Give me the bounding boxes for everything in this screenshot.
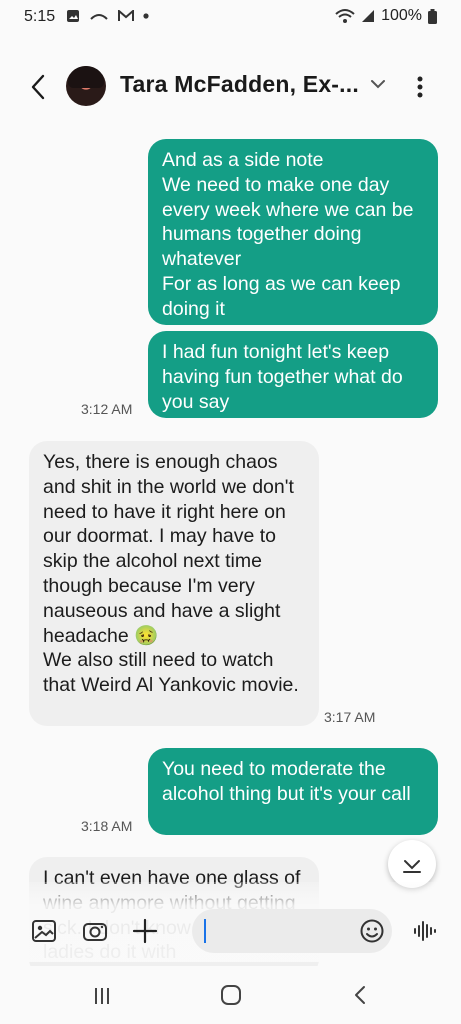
camera-icon[interactable] bbox=[80, 916, 110, 946]
voice-icon[interactable] bbox=[410, 916, 440, 946]
signal-icon bbox=[362, 10, 375, 22]
scroll-to-bottom-button[interactable] bbox=[388, 840, 436, 888]
avatar[interactable] bbox=[66, 66, 106, 106]
more-vert-icon[interactable] bbox=[410, 72, 430, 102]
status-bar: 5:15 100% bbox=[0, 0, 461, 34]
message-timestamp: 3:17 AM bbox=[324, 709, 376, 725]
voicemail-icon bbox=[90, 14, 108, 20]
navigation-bar bbox=[0, 966, 461, 1024]
message-sent[interactable]: You need to moderate the alcohol thing b… bbox=[148, 748, 438, 835]
add-icon[interactable] bbox=[130, 916, 160, 946]
battery-icon bbox=[428, 8, 437, 24]
home-icon[interactable] bbox=[220, 984, 242, 1006]
scroll-down-icon bbox=[403, 860, 421, 873]
contact-name[interactable]: Tara McFadden, Ex-... bbox=[120, 71, 359, 98]
message-timestamp: 3:12 AM bbox=[81, 401, 133, 417]
gallery-icon[interactable] bbox=[29, 916, 59, 946]
back-icon[interactable] bbox=[350, 984, 370, 1006]
status-time: 5:15 bbox=[24, 8, 56, 25]
back-arrow-icon[interactable] bbox=[24, 72, 54, 102]
battery-text: 100% bbox=[381, 7, 422, 24]
message-sent[interactable]: And as a side note We need to make one d… bbox=[148, 139, 438, 325]
chevron-down-icon[interactable] bbox=[370, 78, 386, 90]
recents-icon[interactable] bbox=[92, 986, 112, 1006]
message-timestamp: 3:18 AM bbox=[81, 818, 133, 834]
wifi-icon bbox=[335, 9, 355, 23]
dot-icon bbox=[143, 13, 149, 19]
message-received[interactable]: Yes, there is enough chaos and shit in t… bbox=[29, 441, 319, 726]
conversation-header: Tara McFadden, Ex-... bbox=[0, 58, 461, 116]
text-cursor bbox=[204, 919, 206, 943]
message-sent[interactable]: I had fun tonight let's keep having fun … bbox=[148, 331, 438, 418]
image-icon bbox=[67, 10, 79, 22]
gmail-icon bbox=[118, 10, 134, 21]
emoji-icon[interactable] bbox=[357, 916, 387, 946]
